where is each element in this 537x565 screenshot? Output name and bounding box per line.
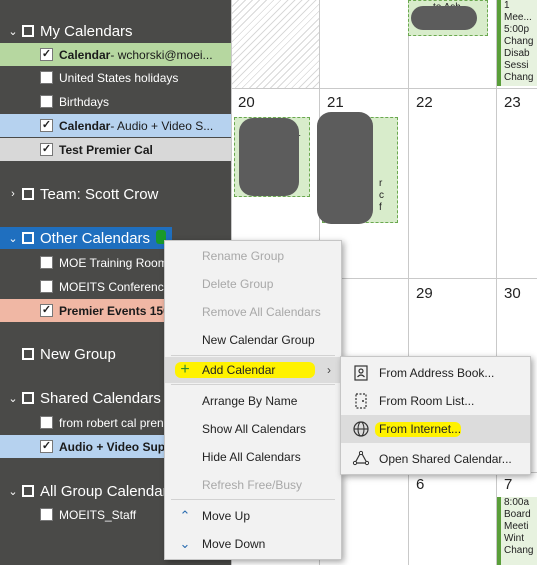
day-number[interactable]: 30 xyxy=(504,285,521,302)
redaction xyxy=(317,112,373,224)
checkbox-checked[interactable]: ✓ xyxy=(40,143,53,156)
group-checkbox[interactable] xyxy=(22,348,34,360)
menu-arrange-by-name[interactable]: Arrange By Name xyxy=(165,388,341,414)
submenu-open-shared-calendar[interactable]: Open Shared Calendar... xyxy=(341,445,530,473)
checkbox[interactable] xyxy=(40,256,53,269)
chevron-right-icon[interactable]: › xyxy=(8,188,18,200)
redaction xyxy=(411,6,477,30)
calendar-name: United States holidays xyxy=(59,70,179,85)
redaction xyxy=(239,118,299,196)
chevron-down-icon[interactable]: ⌄ xyxy=(8,485,18,498)
group-label: New Group xyxy=(40,345,116,363)
calendar-name: Calendar xyxy=(59,118,111,133)
day-number[interactable]: 23 xyxy=(504,94,521,111)
group-checkbox[interactable] xyxy=(22,232,34,244)
group-label: Shared Calendars xyxy=(40,389,161,407)
menu-move-up[interactable]: ⌃ Move Up xyxy=(165,503,341,529)
group-label: My Calendars xyxy=(40,22,133,40)
day-number[interactable]: 22 xyxy=(416,94,433,111)
add-calendar-submenu: From Address Book... From Room List... F… xyxy=(340,356,531,475)
checkbox[interactable] xyxy=(40,280,53,293)
group-other-calendars[interactable]: ⌄ Other Calendars xyxy=(0,227,172,249)
globe-icon xyxy=(353,421,369,437)
checkbox-checked[interactable]: ✓ xyxy=(40,304,53,317)
calendar-name: Calendar xyxy=(59,47,111,62)
calendar-item[interactable]: United States holidays xyxy=(0,66,231,89)
checkbox-checked[interactable]: ✓ xyxy=(40,440,53,453)
calendar-event[interactable]: 8:00a Board Meeti Wint Chang xyxy=(497,497,537,565)
group-label: Other Calendars xyxy=(40,229,151,247)
calendar-name: from robert cal pren xyxy=(59,415,164,430)
group-checkbox[interactable] xyxy=(22,392,34,404)
menu-show-all-calendars[interactable]: Show All Calendars xyxy=(165,416,341,442)
menu-remove-all-calendars[interactable]: Remove All Calendars xyxy=(165,299,341,325)
chevron-up-icon: ⌃ xyxy=(179,508,191,523)
checkbox[interactable] xyxy=(40,95,53,108)
calendar-name: MOEITS Conference xyxy=(59,279,171,294)
group-label: All Group Calendars xyxy=(40,482,176,500)
calendar-item[interactable]: ✓ Calendar - Audio + Video S... xyxy=(0,114,231,137)
checkbox[interactable] xyxy=(40,508,53,521)
chevron-down-icon[interactable]: ⌄ xyxy=(8,392,18,405)
checkbox[interactable] xyxy=(40,71,53,84)
room-list-icon xyxy=(355,393,367,409)
add-icon: + xyxy=(180,361,190,378)
submenu-from-internet[interactable]: From Internet... xyxy=(341,415,530,443)
group-team[interactable]: › Team: Scott Crow xyxy=(0,183,231,205)
chevron-down-icon: ⌄ xyxy=(179,536,191,551)
calendar-name: Premier Events 150 xyxy=(59,303,170,318)
menu-move-down[interactable]: ⌄ Move Down xyxy=(165,531,341,557)
chevron-down-icon[interactable]: ⌄ xyxy=(8,25,18,38)
group-checkbox[interactable] xyxy=(22,485,34,497)
day-number[interactable]: 6 xyxy=(416,476,424,493)
menu-hide-all-calendars[interactable]: Hide All Calendars xyxy=(165,444,341,470)
group-my-calendars[interactable]: ⌄ My Calendars xyxy=(0,20,231,42)
group-checkbox[interactable] xyxy=(22,25,34,37)
submenu-from-address-book[interactable]: From Address Book... xyxy=(341,359,530,387)
calendar-name: Audio + Video Supp xyxy=(59,439,173,454)
group-label: Team: Scott Crow xyxy=(40,185,159,203)
checkbox-checked[interactable]: ✓ xyxy=(40,119,53,132)
calendar-item[interactable]: ✓ Test Premier Cal xyxy=(0,138,231,161)
checkbox-checked[interactable]: ✓ xyxy=(40,48,53,61)
calendar-item[interactable]: ✓ Calendar - wchorski@moei... xyxy=(0,43,231,66)
checkbox[interactable] xyxy=(40,416,53,429)
menu-new-calendar-group[interactable]: New Calendar Group xyxy=(165,327,341,353)
day-number[interactable]: 7 xyxy=(504,476,512,493)
submenu-from-room-list[interactable]: From Room List... xyxy=(341,387,530,415)
non-working-day-hatch xyxy=(232,0,319,88)
shared-calendar-icon xyxy=(352,450,370,466)
calendar-owner: - wchorski@moei... xyxy=(110,47,213,62)
calendar-item[interactable]: Birthdays xyxy=(0,90,231,113)
address-book-icon xyxy=(354,365,368,381)
day-number[interactable]: 20 xyxy=(238,94,255,111)
menu-refresh-free-busy[interactable]: Refresh Free/Busy xyxy=(165,472,341,498)
calendar-name: MOEITS_Staff xyxy=(59,507,137,522)
calendar-name: Test Premier Cal xyxy=(59,142,153,157)
chevron-right-icon: › xyxy=(327,363,331,377)
day-number[interactable]: 21 xyxy=(327,94,344,111)
day-number[interactable]: 29 xyxy=(416,285,433,302)
menu-add-calendar[interactable]: + Add Calendar › xyxy=(165,357,341,383)
group-checkbox[interactable] xyxy=(22,188,34,200)
calendar-name: Birthdays xyxy=(59,94,110,109)
context-menu: Rename Group Delete Group Remove All Cal… xyxy=(164,240,342,560)
calendar-owner: - Audio + Video S... xyxy=(110,118,214,133)
menu-delete-group[interactable]: Delete Group xyxy=(165,271,341,297)
menu-rename-group[interactable]: Rename Group xyxy=(165,243,341,269)
calendar-event[interactable]: 1 Mee... 5:00p Chang Disab Sessi Chang xyxy=(497,0,537,86)
chevron-down-icon[interactable]: ⌄ xyxy=(8,232,18,245)
calendar-name: MOE Training Room xyxy=(59,255,168,270)
